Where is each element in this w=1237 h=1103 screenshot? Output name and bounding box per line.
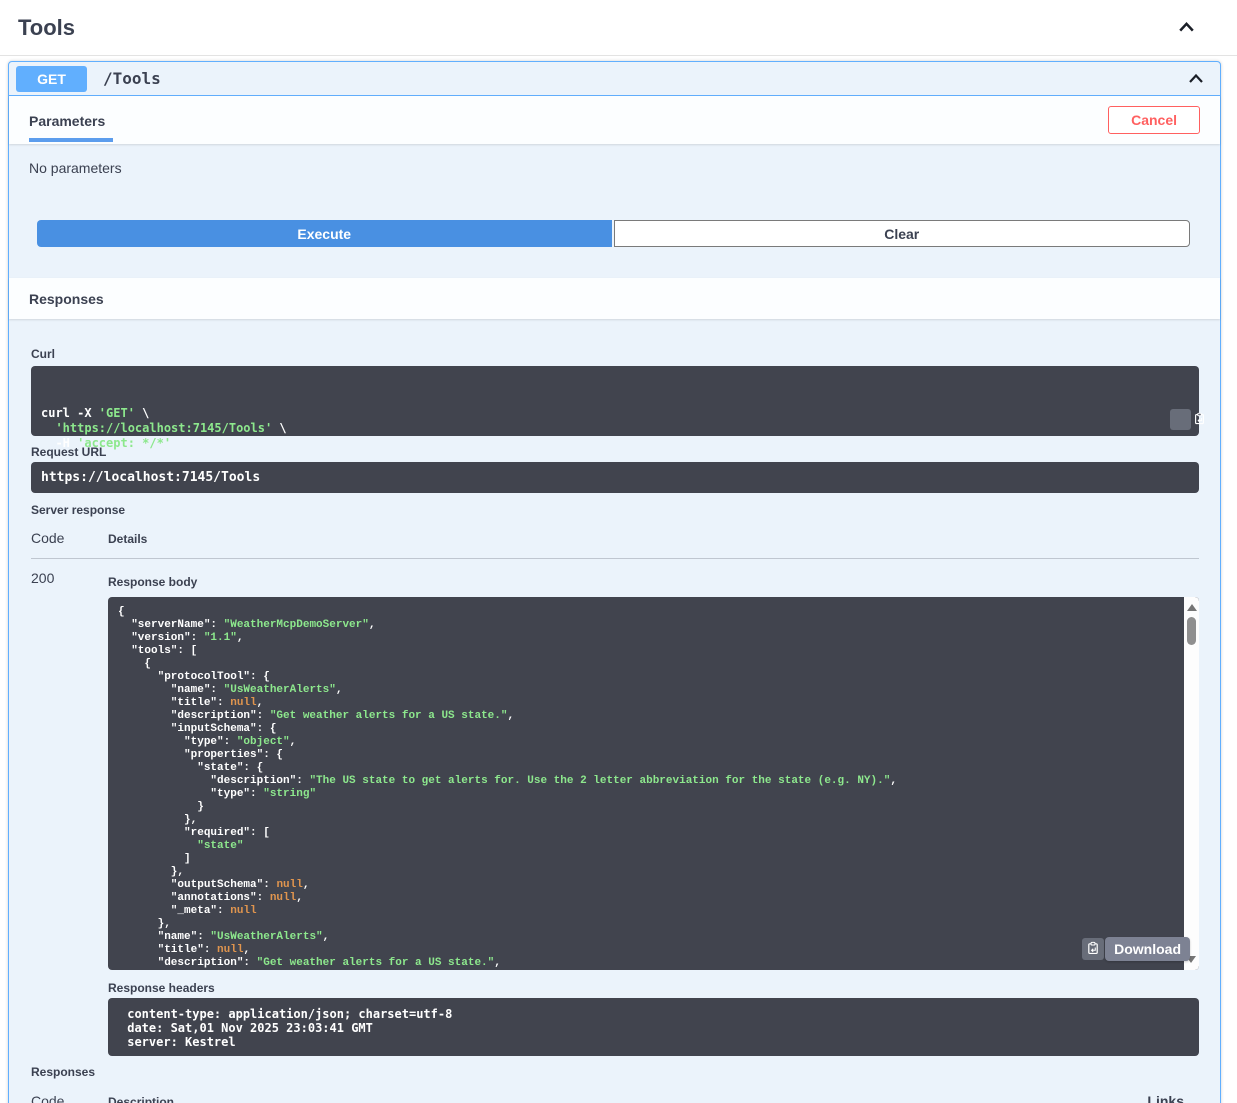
cancel-button[interactable]: Cancel xyxy=(1108,106,1200,134)
opblock-summary[interactable]: GET /Tools xyxy=(9,62,1220,96)
responses-section-title: Responses xyxy=(29,290,104,307)
copy-to-clipboard-icon xyxy=(1086,941,1100,958)
documented-responses-title: Responses xyxy=(31,1065,96,1079)
section-collapse-button[interactable] xyxy=(1174,15,1199,40)
curl-code: curl -X 'GET' \ 'https://localhost:7145/… xyxy=(41,406,287,450)
method-badge: GET xyxy=(16,65,87,92)
response-body-scrollbar[interactable] xyxy=(1184,597,1199,970)
details-column-header: Details xyxy=(108,532,148,546)
doc-code-column-header: Code xyxy=(31,1093,65,1103)
code-column-header: Code xyxy=(31,530,65,546)
copy-to-clipboard-icon xyxy=(1155,397,1205,443)
section-header-bar: Tools xyxy=(0,0,1237,56)
response-body-block: { "serverName": "WeatherMcpDemoServer", … xyxy=(108,597,1199,970)
copy-curl-button[interactable] xyxy=(1170,409,1204,430)
scrollbar-thumb[interactable] xyxy=(1187,617,1196,645)
chevron-up-icon xyxy=(1176,21,1197,41)
endpoint-path: /Tools xyxy=(103,69,161,88)
parameters-section-header: Parameters Cancel xyxy=(9,96,1220,144)
scroll-up-arrow-icon[interactable] xyxy=(1186,604,1197,611)
response-headers-code: content-type: application/json; charset=… xyxy=(108,998,1199,1056)
curl-label: Curl xyxy=(31,347,55,361)
no-parameters-text: No parameters xyxy=(29,160,122,176)
tab-parameters[interactable]: Parameters xyxy=(29,98,114,142)
server-response-row: 200 Response body { "serverName": "Weath… xyxy=(31,559,1199,1056)
clear-button[interactable]: Clear xyxy=(613,220,1190,247)
opblock-get-tools: GET /Tools Parameters Cancel No paramete… xyxy=(8,61,1221,1103)
responses-section-header: Responses xyxy=(9,278,1220,319)
response-body-code: { "serverName": "WeatherMcpDemoServer", … xyxy=(118,606,897,969)
opblock-collapse-button[interactable] xyxy=(1184,67,1208,91)
response-headers-label: Response headers xyxy=(108,981,215,995)
page-title: Tools xyxy=(18,14,76,40)
server-response-table-header: Code Details xyxy=(31,517,1199,559)
doc-links-column-header: Links xyxy=(1147,1093,1184,1103)
download-button[interactable]: Download xyxy=(1105,937,1190,961)
copy-response-button[interactable] xyxy=(1082,938,1104,960)
chevron-up-icon xyxy=(1186,73,1206,92)
execute-button-group: Execute Clear xyxy=(9,218,1220,278)
server-response-label: Server response xyxy=(31,503,126,517)
doc-description-column-header: Description xyxy=(108,1095,175,1103)
documented-responses-table-header: Code Description Links xyxy=(31,1079,1199,1103)
curl-code-block: curl -X 'GET' \ 'https://localhost:7145/… xyxy=(31,366,1204,450)
response-body-label: Response body xyxy=(108,575,198,589)
status-code: 200 xyxy=(31,570,55,586)
execute-button[interactable]: Execute xyxy=(37,220,612,247)
